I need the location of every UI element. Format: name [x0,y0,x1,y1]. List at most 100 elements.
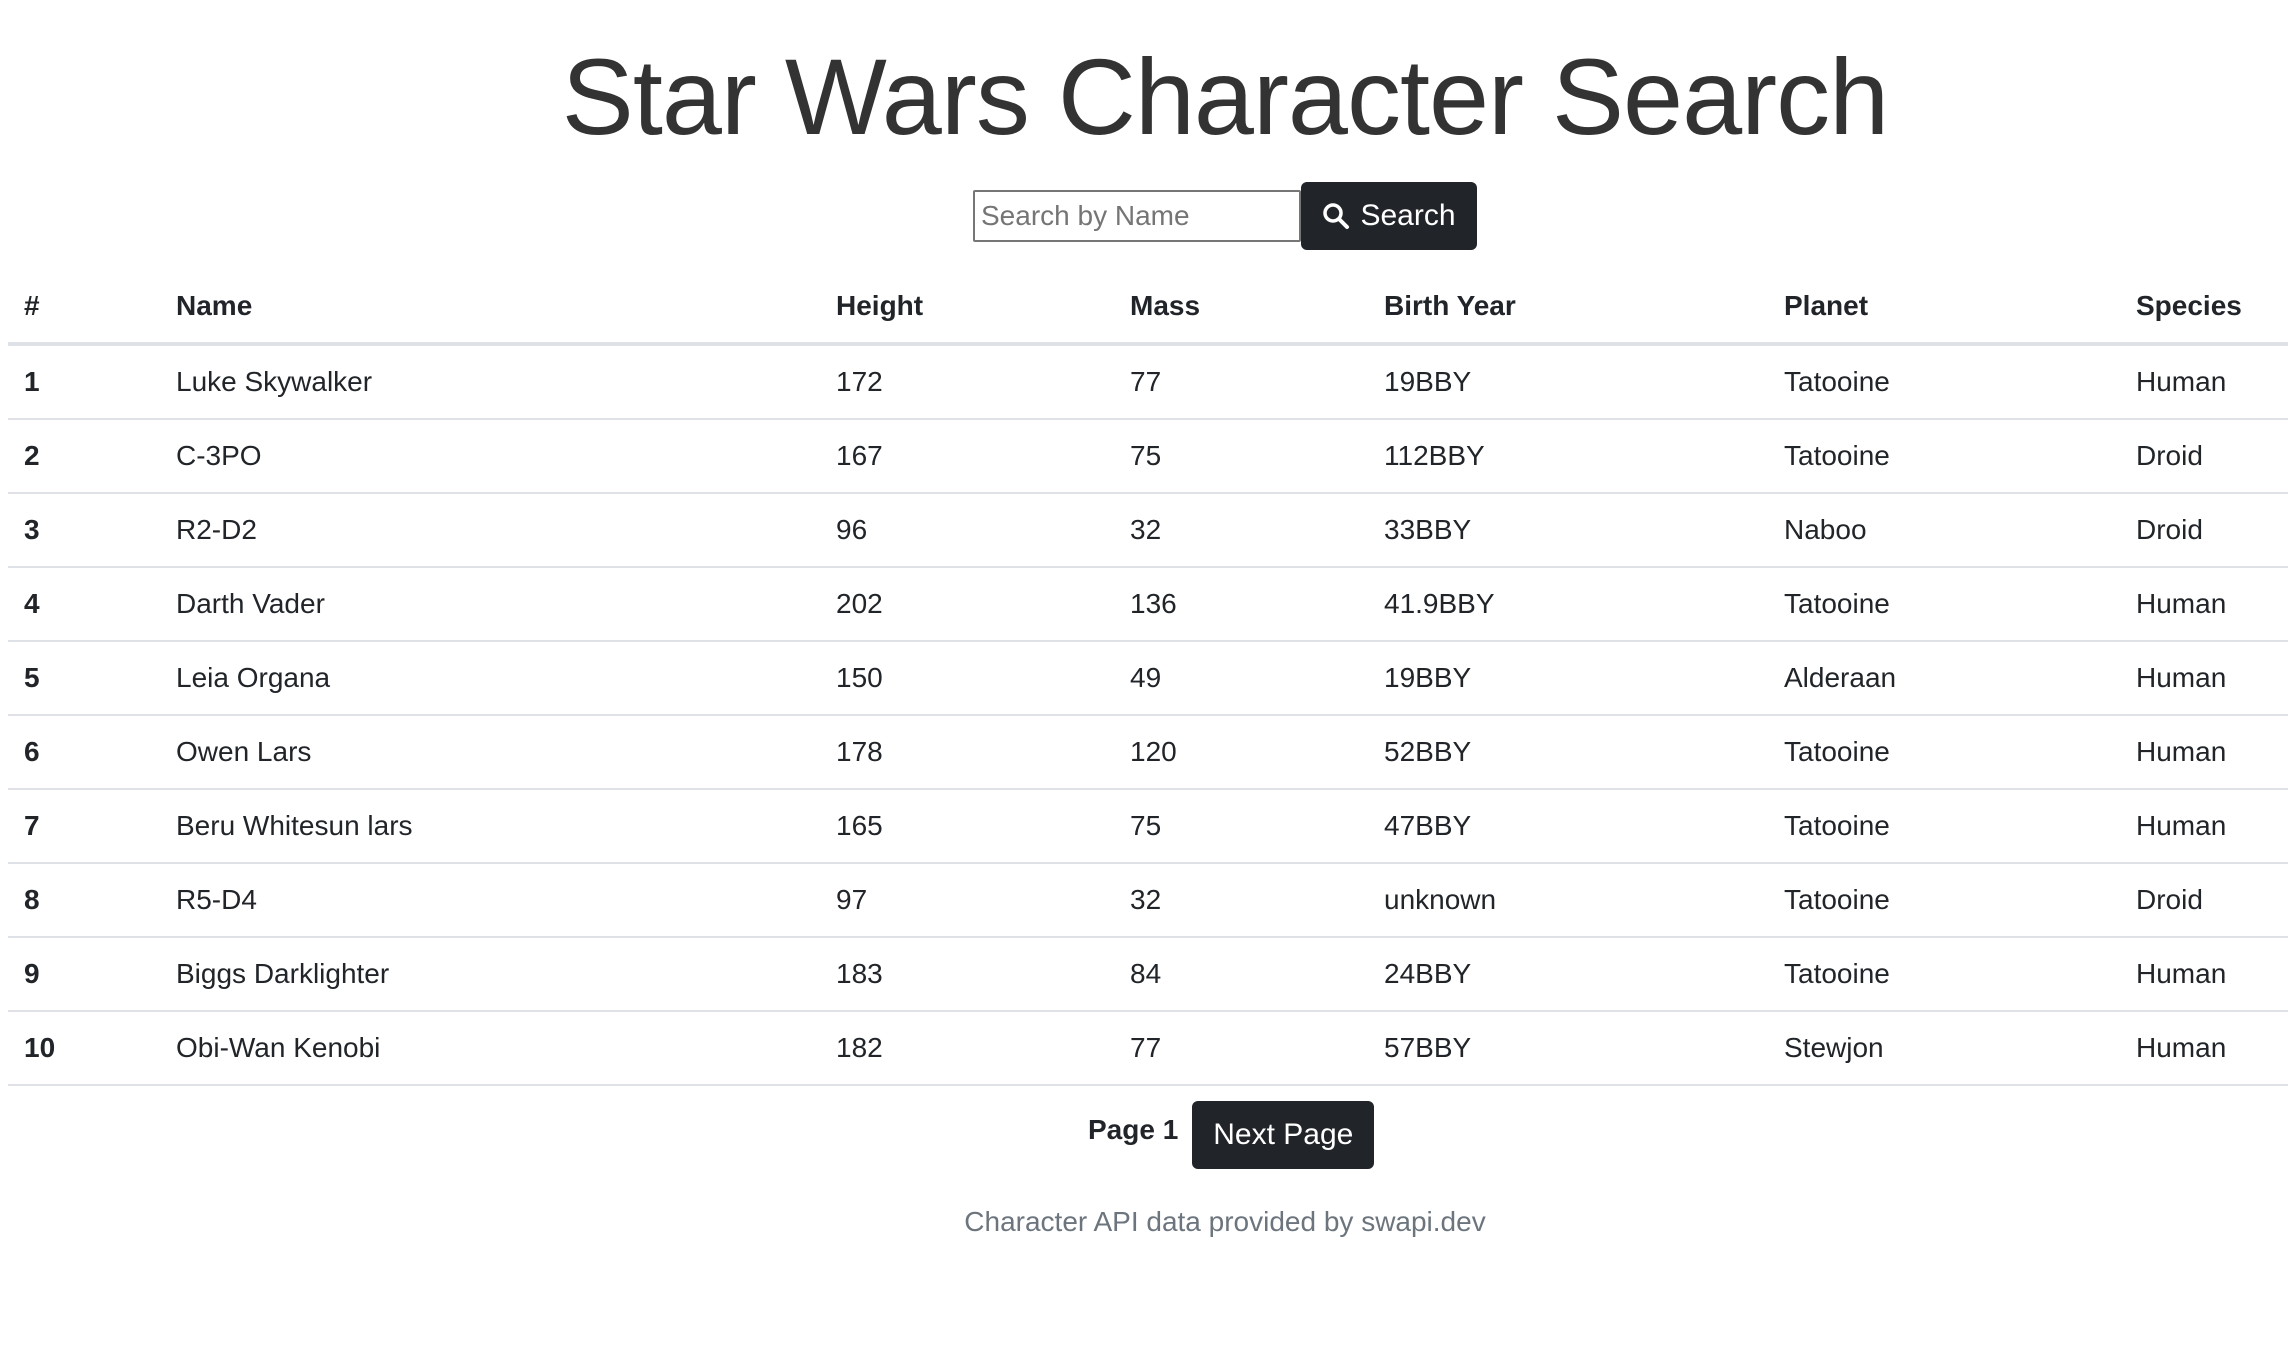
table-body: 1 Luke Skywalker 172 77 19BBY Tatooine Human 2 C… [8,344,2288,1086]
table-cell: 136 [1114,567,1368,642]
table-cell: Human [2120,715,2288,790]
table-cell: 167 [820,419,1114,494]
table-cell: unknown [1368,863,1768,938]
table-cell: Tatooine [1768,715,2120,790]
column-header: Mass [1114,270,1368,346]
table-row: 3 R2-D2 96 32 33BBY Naboo Droid [8,493,2288,568]
table-cell: Obi-Wan Kenobi [160,1011,820,1086]
table-cell: Tatooine [1768,937,2120,1012]
table-cell: 6 [8,715,160,790]
search-button-label: Search [1360,199,1456,232]
table-cell: Tatooine [1768,344,2120,420]
table-cell: 202 [820,567,1114,642]
table-cell: Human [2120,789,2288,864]
table-cell: 19BBY [1368,641,1768,716]
column-header: Height [820,270,1114,346]
table-cell: 33BBY [1368,493,1768,568]
footer-credit: Character API data provided by swapi.dev [964,1206,1486,1237]
table-cell: 52BBY [1368,715,1768,790]
table-cell: Stewjon [1768,1011,2120,1086]
table-cell: C-3PO [160,419,820,494]
table-cell: Owen Lars [160,715,820,790]
table-cell: Tatooine [1768,567,2120,642]
table-cell: 182 [820,1011,1114,1086]
table-row: 5 Leia Organa 150 49 19BBY Alderaan Human [8,641,2288,716]
table-cell: 2 [8,419,160,494]
table-cell: Darth Vader [160,567,820,642]
search-bar: Search [973,182,1477,250]
table-cell: Tatooine [1768,863,2120,938]
table-cell: Droid [2120,419,2288,494]
column-header: Name [160,270,820,346]
table-cell: Human [2120,937,2288,1012]
table-cell: 24BBY [1368,937,1768,1012]
table-row: 1 Luke Skywalker 172 77 19BBY Tatooine Human [8,344,2288,420]
table-cell: 77 [1114,344,1368,420]
table-cell: 7 [8,789,160,864]
next-page-button[interactable]: Next Page [1192,1101,1375,1169]
table-cell: 172 [820,344,1114,420]
table-cell: Naboo [1768,493,2120,568]
table-cell: Droid [2120,493,2288,568]
characters-table: # Name Height Mass Birth Year Planet Species 1… [8,270,2288,1086]
table-cell: Alderaan [1768,641,2120,716]
table-row: 10 Obi-Wan Kenobi 182 77 57BBY Stewjon Human [8,1011,2288,1086]
column-header: Planet [1768,270,2120,346]
table-cell: Tatooine [1768,789,2120,864]
table-cell: 150 [820,641,1114,716]
table-cell: 75 [1114,419,1368,494]
table-cell: 165 [820,789,1114,864]
table-cell: 4 [8,567,160,642]
search-input[interactable] [973,190,1301,242]
table-cell: 8 [8,863,160,938]
table-cell: Luke Skywalker [160,344,820,420]
table-cell: Beru Whitesun lars [160,789,820,864]
pagination: Page 1 Next Page [1088,1101,1375,1169]
search-icon [1322,202,1350,230]
table-cell: 19BBY [1368,344,1768,420]
table-cell: 9 [8,937,160,1012]
table-cell: 32 [1114,863,1368,938]
table-cell: 120 [1114,715,1368,790]
table-cell: Biggs Darklighter [160,937,820,1012]
search-button[interactable]: Search [1301,182,1477,250]
table-row: 2 C-3PO 167 75 112BBY Tatooine Droid [8,419,2288,494]
column-header: # [8,270,160,346]
table-cell: 32 [1114,493,1368,568]
table-cell: 3 [8,493,160,568]
table-cell: R5-D4 [160,863,820,938]
table-cell: Human [2120,1011,2288,1086]
table-row: 6 Owen Lars 178 120 52BBY Tatooine Human [8,715,2288,790]
table-cell: 41.9BBY [1368,567,1768,642]
table-cell: 75 [1114,789,1368,864]
table-row: 4 Darth Vader 202 136 41.9BBY Tatooine Human [8,567,2288,642]
page-indicator: Page 1 [1088,1114,1179,1145]
table-cell: 57BBY [1368,1011,1768,1086]
table-cell: 183 [820,937,1114,1012]
table-row: 8 R5-D4 97 32 unknown Tatooine Droid [8,863,2288,938]
table-cell: R2-D2 [160,493,820,568]
table-cell: 1 [8,344,160,420]
table-cell: 96 [820,493,1114,568]
table-cell: 10 [8,1011,160,1086]
table-cell: Leia Organa [160,641,820,716]
table-cell: 84 [1114,937,1368,1012]
table-cell: 47BBY [1368,789,1768,864]
table-row: 9 Biggs Darklighter 183 84 24BBY Tatooine Huma… [8,937,2288,1012]
table-cell: Droid [2120,863,2288,938]
table-cell: 5 [8,641,160,716]
table-row: 7 Beru Whitesun lars 165 75 47BBY Tatooine Hum… [8,789,2288,864]
table-cell: 49 [1114,641,1368,716]
column-header: Birth Year [1368,270,1768,346]
table-cell: Human [2120,641,2288,716]
page-title: Star Wars Character Search [561,36,1889,157]
table-cell: 77 [1114,1011,1368,1086]
table-cell: 112BBY [1368,419,1768,494]
table-cell: Human [2120,344,2288,420]
table-header-row: # Name Height Mass Birth Year Planet Species [8,270,2288,346]
column-header: Species [2120,270,2288,346]
table-cell: Tatooine [1768,419,2120,494]
table-cell: 178 [820,715,1114,790]
table-cell: 97 [820,863,1114,938]
table-cell: Human [2120,567,2288,642]
